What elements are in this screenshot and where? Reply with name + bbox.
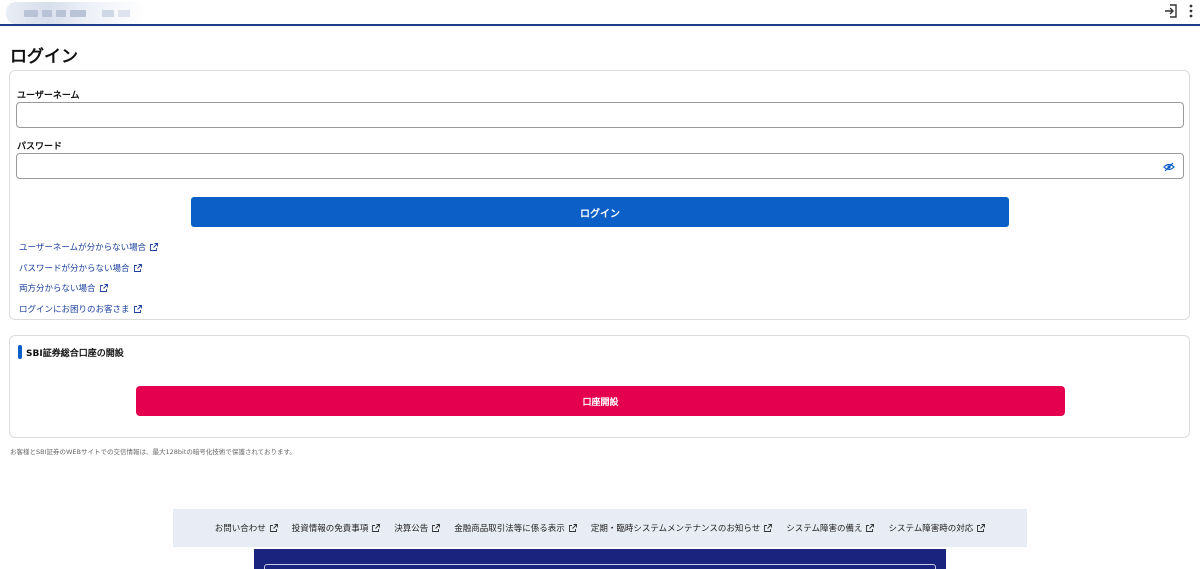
forgot-both-link-label: 両方分からない場合 xyxy=(19,284,96,294)
company-logo[interactable] xyxy=(6,2,146,24)
password-input[interactable] xyxy=(16,153,1184,179)
footer-dark-inner-box xyxy=(264,564,936,569)
login-button[interactable]: ログイン xyxy=(191,197,1009,227)
external-link-icon xyxy=(150,243,159,251)
account-opening-card: SBI証券総合口座の開設 口座開設 xyxy=(9,335,1190,438)
account-opening-title: SBI証券総合口座の開設 xyxy=(26,348,124,359)
external-link-icon xyxy=(99,284,108,292)
page-title: ログイン xyxy=(10,47,78,67)
header-actions xyxy=(1164,3,1194,23)
external-link-icon xyxy=(133,305,142,313)
footer-link-label: 決算公告 xyxy=(394,524,429,534)
footer-link-contact[interactable]: お問い合わせ xyxy=(215,522,278,534)
username-label: ユーザーネーム xyxy=(17,91,80,101)
footer-link-label: 定期・臨時システムメンテナンスのお知らせ xyxy=(590,524,761,534)
footer-link-label: システム障害の備え xyxy=(786,524,863,534)
footer-link-outage-response[interactable]: システム障害時の対応 xyxy=(888,522,986,534)
footer-link-disclaimer[interactable]: 投資情報の免責事項 xyxy=(292,522,381,534)
footer-link-label: お問い合わせ xyxy=(214,524,266,534)
external-link-icon xyxy=(866,524,875,532)
login-help-link[interactable]: ログインにお困りのお客さま xyxy=(19,303,142,315)
forgot-both-link[interactable]: 両方分からない場合 xyxy=(19,282,108,294)
forgot-password-link-label: パスワードが分からない場合 xyxy=(19,264,130,274)
footer-link-outage-preparation[interactable]: システム障害の備え xyxy=(786,522,875,534)
section-accent-bar xyxy=(18,345,22,359)
forgot-username-link-label: ユーザーネームが分からない場合 xyxy=(19,243,147,253)
footer-link-label: 投資情報の免責事項 xyxy=(291,524,369,534)
footer-dark-panel xyxy=(254,549,946,569)
external-link-icon xyxy=(133,264,142,272)
login-form-card: ユーザーネーム パスワード ログイン ユーザーネームが分からない場合 パスワード… xyxy=(9,70,1190,320)
account-opening-heading: SBI証券総合口座の開設 xyxy=(18,345,124,359)
more-vertical-icon[interactable] xyxy=(1188,3,1194,23)
forgot-password-link[interactable]: パスワードが分からない場合 xyxy=(19,262,142,274)
footer-link-label: システム障害時の対応 xyxy=(888,524,974,534)
security-note: お客様とSBI証券のWEBサイトでの交信情報は、最大128bitの暗号化技術で保… xyxy=(10,448,296,456)
username-input[interactable] xyxy=(16,102,1184,128)
footer-links-bar: お問い合わせ 投資情報の免責事項 決算公告 金融商品取引法等に係る表示 定期・臨… xyxy=(173,509,1027,547)
external-link-icon xyxy=(372,524,381,532)
login-icon[interactable] xyxy=(1164,3,1178,23)
external-link-icon xyxy=(764,524,773,532)
hide-password-icon[interactable] xyxy=(1163,161,1175,173)
external-link-icon xyxy=(269,524,278,532)
top-header xyxy=(0,0,1200,26)
external-link-icon xyxy=(568,524,577,532)
forgot-username-link[interactable]: ユーザーネームが分からない場合 xyxy=(19,241,159,253)
footer-link-maintenance[interactable]: 定期・臨時システムメンテナンスのお知らせ xyxy=(590,522,773,534)
footer-link-financial-notice[interactable]: 決算公告 xyxy=(394,522,441,534)
external-link-icon xyxy=(977,524,986,532)
external-link-icon xyxy=(432,524,441,532)
login-help-link-label: ログインにお困りのお客さま xyxy=(19,305,130,315)
password-label: パスワード xyxy=(17,142,63,152)
footer-link-label: 金融商品取引法等に係る表示 xyxy=(454,524,565,534)
open-account-button[interactable]: 口座開設 xyxy=(136,386,1065,416)
footer-link-legal-disclosure[interactable]: 金融商品取引法等に係る表示 xyxy=(454,522,577,534)
